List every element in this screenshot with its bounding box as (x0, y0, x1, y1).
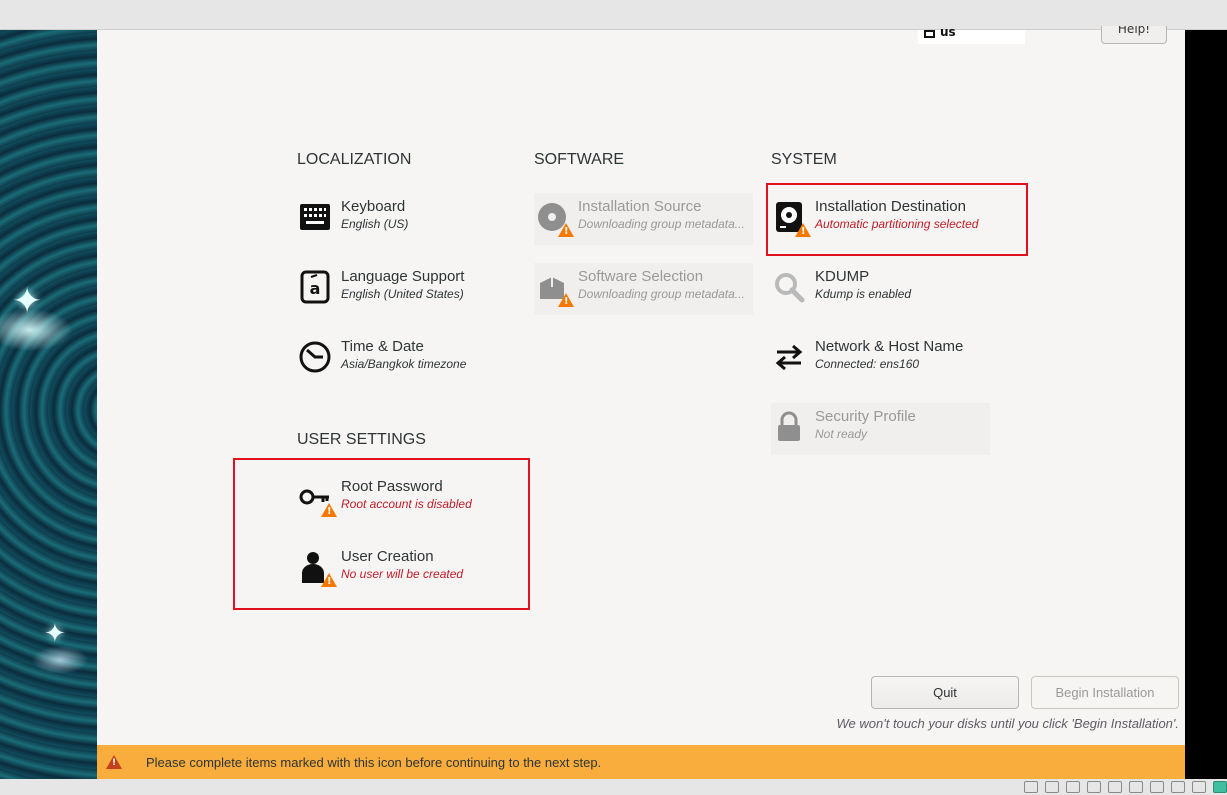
section-title-user-settings: USER SETTINGS (297, 431, 426, 448)
keyboard-icon (297, 199, 333, 235)
vm-window-topbar (0, 0, 1227, 30)
spoke-network-title: Network & Host Name (815, 338, 964, 355)
keyboard-layout-indicator[interactable]: us (918, 26, 1025, 44)
warning-icon (106, 755, 122, 769)
section-title-localization: LOCALIZATION (297, 151, 412, 168)
spoke-kdump-title: KDUMP (815, 268, 870, 285)
spoke-kdump-status: Kdump is enabled (815, 287, 912, 301)
printer-tray-icon[interactable] (1108, 781, 1122, 793)
section-title-software: SOFTWARE (534, 151, 625, 168)
display-tray-icon[interactable] (1171, 781, 1185, 793)
warning-message: Please complete items marked with this i… (146, 754, 602, 770)
network-arrows-icon (771, 339, 807, 375)
audio-tray-icon[interactable] (1129, 781, 1143, 793)
section-title-system: SYSTEM (771, 151, 837, 168)
spoke-keyboard-title: Keyboard (341, 198, 406, 215)
quit-button[interactable]: Quit (871, 676, 1019, 709)
capture-tray-icon[interactable] (1192, 781, 1206, 793)
vm-statusbar (0, 779, 1227, 795)
highlight-box-user-settings (233, 458, 530, 610)
spoke-security-title: Security Profile (815, 408, 916, 425)
spoke-software-selection-status: Downloading group metadata... (578, 287, 745, 301)
spoke-install-source-title: Installation Source (578, 198, 702, 215)
installer-sidebar-artwork: ✦ ✦ (0, 30, 97, 780)
keyboard-layout-label: us (940, 25, 956, 39)
sparkle-decoration-icon: ✦ (44, 619, 66, 649)
spoke-installation-source: Installation Source Downloading group me… (534, 193, 753, 245)
vm-device-tray (1024, 781, 1227, 793)
spoke-keyboard[interactable]: Keyboard English (US) (297, 193, 517, 253)
help-button[interactable]: Help! (1101, 26, 1167, 44)
shared-folder-tray-icon[interactable] (1150, 781, 1164, 793)
disk-safety-note: We won't touch your disks until you clic… (836, 716, 1179, 731)
spoke-install-source-status: Downloading group metadata... (578, 217, 745, 231)
highlight-box-installation-destination (766, 183, 1028, 256)
spoke-security-status: Not ready (815, 427, 868, 441)
warning-icon (558, 293, 574, 307)
search-icon (771, 269, 807, 305)
spoke-time-status: Asia/Bangkok timezone (341, 357, 467, 371)
warning-bar: Please complete items marked with this i… (97, 745, 1185, 779)
spoke-security-profile: Security Profile Not ready (771, 403, 990, 455)
sparkle-decoration-icon: ✦ (12, 281, 43, 322)
spoke-kdump[interactable]: KDUMP Kdump is enabled (771, 263, 991, 323)
optical-drive-tray-icon[interactable] (1045, 781, 1059, 793)
spoke-software-selection: Software Selection Downloading group met… (534, 263, 753, 315)
spoke-language-support[interactable]: a Language Support English (United State… (297, 263, 517, 323)
language-icon: a (297, 269, 333, 305)
spoke-keyboard-status: English (US) (341, 217, 409, 231)
spoke-language-title: Language Support (341, 268, 465, 285)
network-tray-icon[interactable] (1066, 781, 1080, 793)
spoke-time-date[interactable]: Time & Date Asia/Bangkok timezone (297, 333, 517, 393)
keyboard-small-icon (924, 30, 935, 38)
usb-tray-icon[interactable] (1087, 781, 1101, 793)
spoke-time-title: Time & Date (341, 338, 424, 355)
status-tray-icon[interactable] (1213, 781, 1227, 793)
vm-right-strip (1185, 30, 1227, 780)
begin-installation-button[interactable]: Begin Installation (1031, 676, 1179, 709)
spoke-network-status: Connected: ens160 (815, 357, 920, 371)
warning-icon (558, 223, 574, 237)
package-icon (534, 269, 574, 307)
spoke-language-status: English (United States) (341, 287, 464, 301)
svg-text:a: a (310, 279, 321, 298)
installation-summary-hub: us Help! LOCALIZATION SOFTWARE SYSTEM US… (97, 26, 1185, 745)
disc-icon (534, 199, 574, 237)
clock-icon (297, 339, 333, 375)
harddisk-tray-icon[interactable] (1024, 781, 1038, 793)
lock-icon (771, 409, 807, 445)
spoke-software-selection-title: Software Selection (578, 268, 704, 285)
spoke-network-hostname[interactable]: Network & Host Name Connected: ens160 (771, 333, 1011, 393)
